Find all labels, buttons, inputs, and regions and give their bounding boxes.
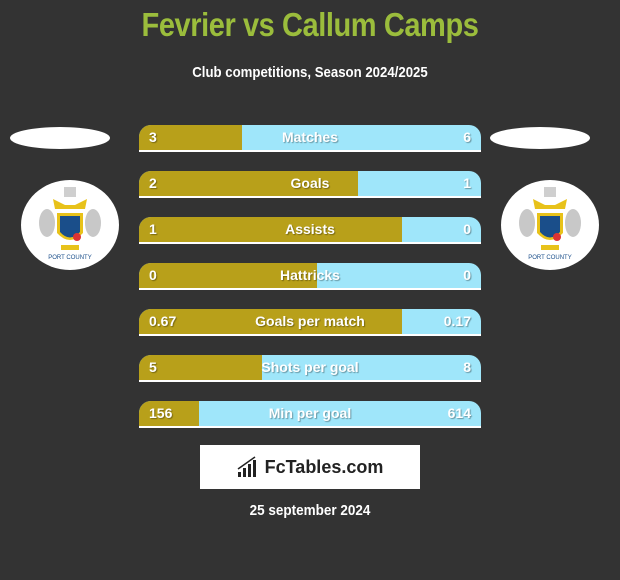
- right-player-name-placeholder: [490, 127, 590, 149]
- left-team-logo[interactable]: PORT COUNTY: [21, 180, 119, 270]
- stat-row-matches: 3 Matches 6: [139, 125, 481, 152]
- stat-row-goals: 2 Goals 1: [139, 171, 481, 198]
- stat-row-min-per-goal: 156 Min per goal 614: [139, 401, 481, 428]
- svg-text:PORT COUNTY: PORT COUNTY: [528, 255, 571, 261]
- stat-label: Matches: [281, 129, 339, 145]
- crest-icon: PORT COUNTY: [519, 187, 581, 261]
- right-value: 1: [463, 175, 471, 191]
- right-value: 0.17: [443, 313, 471, 329]
- stat-label: Goals per match: [255, 313, 365, 329]
- right-value: 614: [447, 405, 471, 421]
- season-subtitle: Club competitions, Season 2024/2025: [192, 64, 428, 81]
- bar-chart-icon: [237, 456, 256, 477]
- crest-icon: PORT COUNTY: [39, 187, 101, 261]
- stat-label: Goals: [290, 175, 330, 191]
- brand-name: FcTables.com: [264, 456, 384, 477]
- fctables-brand-link[interactable]: FcTables.com: [200, 445, 420, 489]
- stat-label: Min per goal: [268, 405, 352, 421]
- left-player-name-placeholder: [10, 127, 110, 149]
- right-value: 0: [463, 267, 471, 283]
- svg-text:PORT COUNTY: PORT COUNTY: [48, 255, 91, 261]
- stat-row-goals-per-match: 0.67 Goals per match 0.17: [139, 309, 481, 336]
- stat-label: Hattricks: [280, 267, 340, 283]
- page-title: Fevrier vs Callum Camps: [141, 6, 479, 43]
- stat-row-assists: 1 Assists 0: [139, 217, 481, 244]
- right-team-logo[interactable]: PORT COUNTY: [501, 180, 599, 270]
- right-value: 8: [463, 359, 471, 375]
- right-value: 6: [463, 129, 471, 145]
- stat-row-shots-per-goal: 5 Shots per goal 8: [139, 355, 481, 382]
- stat-label: Shots per goal: [261, 359, 359, 375]
- stat-label: Assists: [285, 221, 335, 237]
- stat-row-hattricks: 0 Hattricks 0: [139, 263, 481, 290]
- match-date: 25 september 2024: [249, 502, 371, 519]
- right-value: 0: [463, 221, 471, 237]
